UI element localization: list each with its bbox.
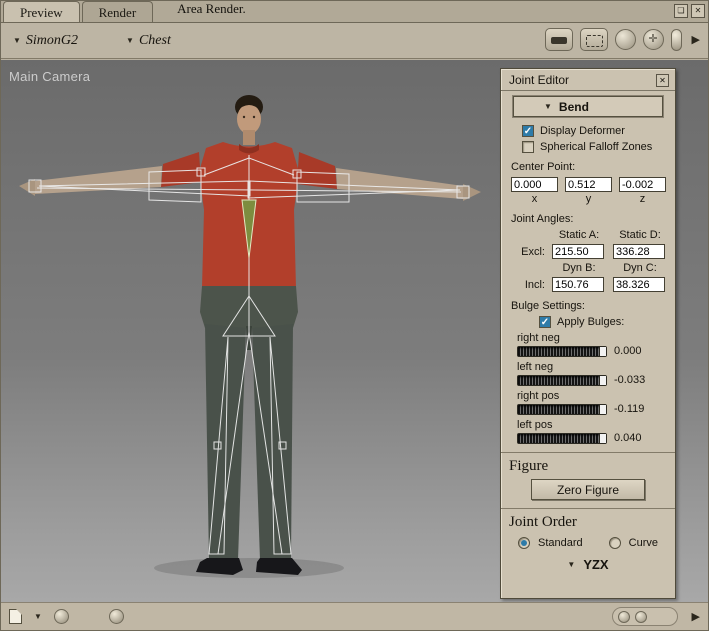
left-pos-label: left pos bbox=[517, 419, 667, 431]
figure-dropdown-label: SimonG2 bbox=[26, 33, 78, 49]
left-neg-label: left neg bbox=[517, 361, 667, 373]
window-controls: ❏ ✕ bbox=[674, 4, 705, 18]
display-deformer-checkbox[interactable]: ✓ bbox=[522, 125, 534, 137]
excl-static-d-input[interactable] bbox=[613, 244, 665, 259]
actor-dropdown[interactable]: ▼ Chest bbox=[126, 33, 171, 49]
bend-dropdown-label: Bend bbox=[559, 100, 589, 114]
right-pos-label: right pos bbox=[517, 390, 667, 402]
scroll-right-icon[interactable]: ▶ bbox=[692, 610, 700, 623]
curve-radio-label: Curve bbox=[629, 537, 658, 549]
figure-dropdown[interactable]: ▼ SimonG2 bbox=[13, 33, 78, 49]
right-pos-slider[interactable] bbox=[517, 404, 607, 415]
x-axis-label: x bbox=[532, 193, 538, 205]
center-x-input[interactable] bbox=[511, 177, 558, 192]
joint-angles-label: Joint Angles: bbox=[511, 213, 667, 225]
z-axis-label: z bbox=[640, 193, 646, 205]
incl-dyn-b-input[interactable] bbox=[552, 277, 604, 292]
joint-editor-title: Joint Editor bbox=[509, 73, 569, 87]
figure-section-heading: Figure bbox=[501, 452, 675, 475]
expand-arrow-icon[interactable]: ▶ bbox=[692, 33, 700, 46]
horizontal-scrollbar[interactable] bbox=[612, 607, 678, 626]
render-compare-icon[interactable] bbox=[545, 28, 573, 51]
joint-order-radios: Standard Curve bbox=[509, 537, 667, 549]
left-neg-slider[interactable] bbox=[517, 375, 607, 386]
chevron-down-icon: ▼ bbox=[13, 36, 21, 45]
left-neg-value: -0.033 bbox=[614, 374, 656, 386]
rotate-camera-icon[interactable] bbox=[643, 29, 664, 50]
curve-radio[interactable] bbox=[609, 537, 621, 549]
page-flip-icon[interactable] bbox=[9, 609, 22, 624]
rotation-order-label: YZX bbox=[583, 557, 608, 572]
poser-window: Preview Render Area Render. ❏ ✕ ▼ SimonG… bbox=[0, 0, 709, 631]
spherical-falloff-label: Spherical Falloff Zones bbox=[540, 141, 652, 153]
right-neg-label: right neg bbox=[517, 332, 667, 344]
chevron-down-icon: ▼ bbox=[544, 102, 552, 111]
right-neg-value: 0.000 bbox=[614, 345, 656, 357]
center-point-label: Center Point: bbox=[511, 161, 667, 173]
joint-editor-close-icon[interactable]: ✕ bbox=[656, 74, 669, 87]
style-dropdown-icon[interactable]: ▼ bbox=[34, 612, 42, 621]
apply-bulges-label: Apply Bulges: bbox=[557, 316, 624, 328]
tab-preview-label: Preview bbox=[20, 5, 63, 20]
dyn-c-label: Dyn C: bbox=[613, 262, 667, 274]
bend-dropdown[interactable]: ▼ Bend bbox=[513, 96, 663, 117]
viewport[interactable]: Main Camera Joint Editor ✕ ▼ Bend ✓ Disp… bbox=[1, 60, 708, 602]
joint-order-heading: Joint Order bbox=[501, 508, 675, 531]
area-render-icon[interactable] bbox=[580, 28, 608, 51]
light-indicator-icon[interactable] bbox=[671, 29, 682, 51]
right-pos-value: -0.119 bbox=[614, 403, 656, 415]
character-render bbox=[1, 60, 501, 602]
incl-dyn-c-input[interactable] bbox=[613, 277, 665, 292]
static-a-label: Static A: bbox=[552, 229, 606, 241]
static-d-label: Static D: bbox=[613, 229, 667, 241]
bulge-settings-label: Bulge Settings: bbox=[511, 300, 667, 312]
rotation-order-dropdown[interactable]: ▼ YZX bbox=[509, 557, 667, 572]
apply-bulges-checkbox[interactable]: ✓ bbox=[539, 316, 551, 328]
excl-static-a-input[interactable] bbox=[552, 244, 604, 259]
joint-editor-panel: Joint Editor ✕ ▼ Bend ✓ Display Deformer… bbox=[500, 68, 676, 599]
chevron-down-icon: ▼ bbox=[126, 36, 134, 45]
scroll-knob-right[interactable] bbox=[635, 611, 647, 623]
left-pos-slider[interactable] bbox=[517, 433, 607, 444]
joint-angles-grid: Static A: Static D: Excl: Dyn B: Dyn C: … bbox=[513, 229, 667, 292]
zero-figure-button[interactable]: Zero Figure bbox=[531, 479, 645, 500]
texture-style-icon[interactable] bbox=[109, 609, 124, 624]
center-z-input[interactable] bbox=[619, 177, 666, 192]
spherical-falloff-checkbox[interactable] bbox=[522, 141, 534, 153]
right-neg-slider[interactable] bbox=[517, 346, 607, 357]
center-point-inputs: x y z bbox=[511, 177, 667, 205]
standard-radio[interactable] bbox=[518, 537, 530, 549]
restore-icon[interactable]: ❏ bbox=[674, 4, 688, 18]
toolbar: ▼ SimonG2 ▼ Chest ▶ bbox=[1, 23, 708, 59]
chevron-down-icon: ▼ bbox=[567, 560, 575, 569]
left-pos-value: 0.040 bbox=[614, 432, 656, 444]
close-icon[interactable]: ✕ bbox=[691, 4, 705, 18]
camera-label: Main Camera bbox=[9, 69, 90, 84]
tab-bar: Preview Render Area Render. ❏ ✕ bbox=[1, 1, 708, 23]
trackball-camera-icon[interactable] bbox=[615, 29, 636, 50]
display-deformer-label: Display Deformer bbox=[540, 125, 625, 137]
tab-preview[interactable]: Preview bbox=[3, 1, 80, 22]
bottom-bar: ▼ ▶ bbox=[1, 602, 708, 630]
tab-render-label: Render bbox=[99, 5, 137, 20]
camera-tool-icons: ▶ bbox=[545, 28, 700, 51]
dyn-b-label: Dyn B: bbox=[552, 262, 606, 274]
y-axis-label: y bbox=[586, 193, 592, 205]
center-y-input[interactable] bbox=[565, 177, 612, 192]
excl-label: Excl: bbox=[513, 246, 545, 258]
actor-dropdown-label: Chest bbox=[139, 33, 171, 49]
tab-render[interactable]: Render bbox=[82, 1, 154, 22]
scroll-knob-left[interactable] bbox=[618, 611, 630, 623]
standard-radio-label: Standard bbox=[538, 537, 583, 549]
shaded-style-icon[interactable] bbox=[54, 609, 69, 624]
area-render-label: Area Render. bbox=[177, 1, 246, 22]
incl-label: Incl: bbox=[513, 279, 545, 291]
